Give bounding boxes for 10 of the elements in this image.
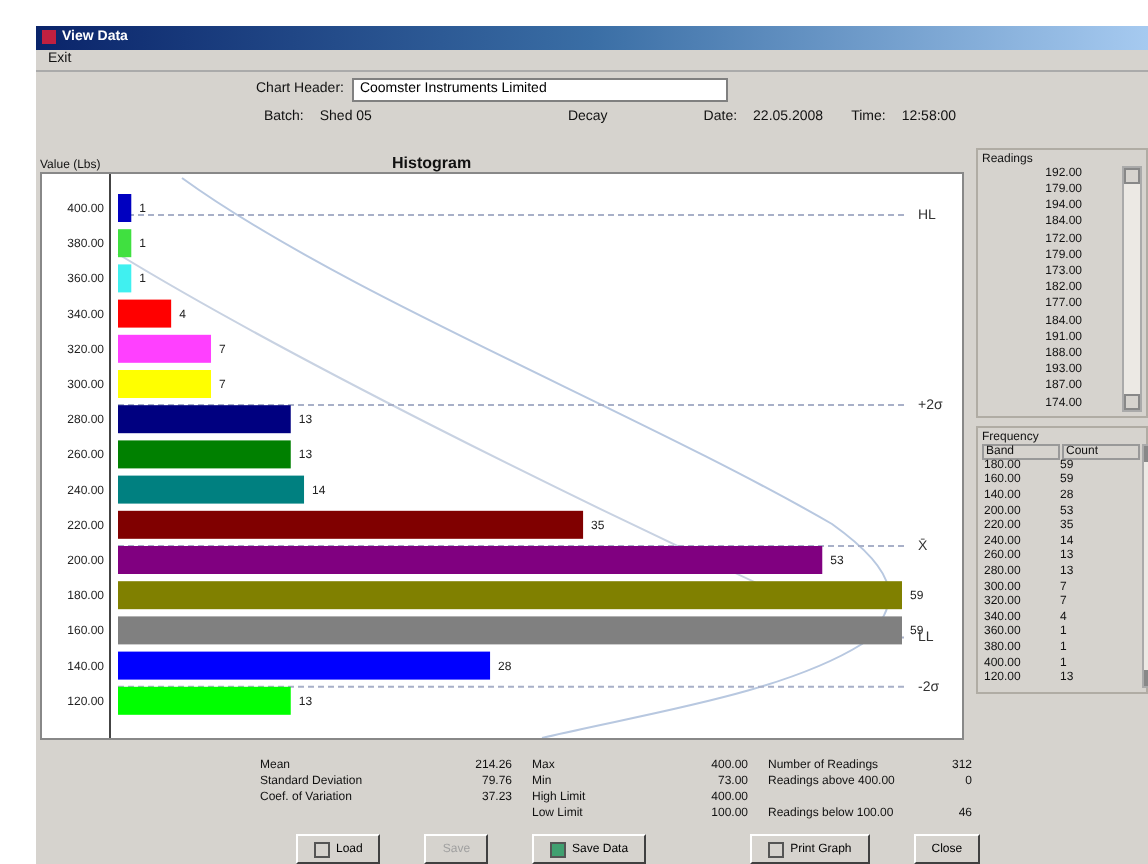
histogram-bar	[118, 334, 211, 363]
scrollbar[interactable]	[1142, 443, 1148, 688]
chart-title: Histogram	[392, 153, 472, 172]
scrollbar[interactable]	[1122, 165, 1142, 412]
histogram-bar	[118, 264, 132, 292]
histogram-bar	[118, 228, 132, 257]
histogram-bar	[118, 299, 172, 328]
app-icon	[42, 30, 56, 45]
histogram-bar	[118, 193, 132, 222]
histogram-bar	[118, 369, 211, 398]
